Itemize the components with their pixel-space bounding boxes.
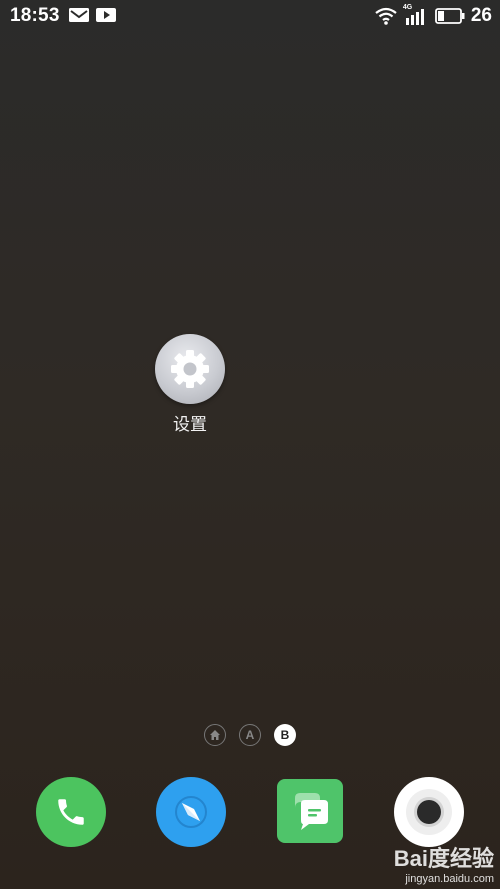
play-icon [96,8,116,22]
page-dot-a-label: A [245,728,255,742]
signal-icon: 4G [403,4,429,26]
status-time: 18:53 [10,5,60,26]
dock-browser-app[interactable] [156,777,226,847]
messages-icon [295,793,328,830]
dock-phone-app[interactable] [36,777,106,847]
page-dot-a[interactable]: A [239,724,261,746]
settings-gear-icon[interactable] [155,334,225,404]
baidu-watermark: Bai度经验 jingyan.baidu.com [394,841,494,885]
dock-camera-app[interactable] [394,777,464,847]
battery-icon [434,8,465,24]
watermark-url: jingyan.baidu.com [405,873,494,885]
settings-app-label: 设置 [173,415,207,434]
phone-icon [58,799,84,825]
page-dot-home[interactable] [204,724,226,746]
battery-level: 26 [470,5,492,26]
page-dot-b[interactable]: B [274,724,296,746]
mail-icon [69,8,89,22]
page-indicator: A B [0,724,500,748]
home-icon [210,730,220,740]
status-bar: 18:53 4G 26 [0,0,500,32]
page-dot-b-label: B [280,728,290,742]
settings-app[interactable]: 设置 [154,334,226,435]
dock-messages-app[interactable] [277,779,343,843]
watermark-brand: Bai度经验 [393,846,494,871]
status-right: 4G 26 [375,4,492,28]
compass-browser-icon [175,796,207,828]
wifi-icon [375,7,397,25]
camera-icon [406,789,452,835]
